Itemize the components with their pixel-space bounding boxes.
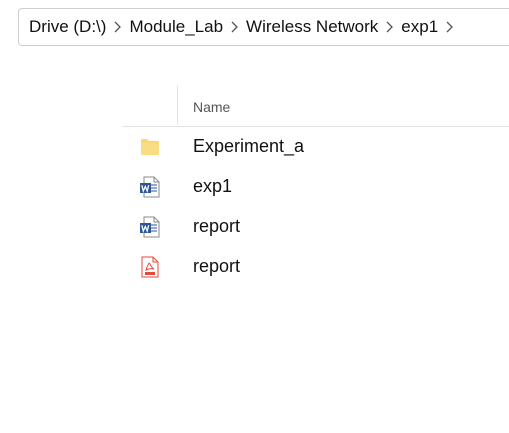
breadcrumb-exp1[interactable]: exp1 <box>400 13 439 41</box>
file-name: report <box>193 256 241 276</box>
breadcrumb-module-lab[interactable]: Module_Lab <box>128 13 224 41</box>
column-header-row: Name <box>122 86 509 127</box>
chevron-right-icon[interactable] <box>227 17 242 37</box>
address-bar[interactable]: Drive (D:\) Module_Lab Wireless Network … <box>18 8 509 46</box>
file-name: exp1 <box>193 176 233 196</box>
chevron-right-icon[interactable] <box>110 17 125 37</box>
breadcrumb-wireless-network[interactable]: Wireless Network <box>245 13 379 41</box>
column-header-name[interactable]: Name <box>193 99 230 115</box>
file-row-report-pdf[interactable]: report <box>122 247 509 287</box>
folder-icon <box>138 135 162 159</box>
file-list: Name Experiment_a exp1 report report <box>122 86 509 287</box>
column-divider[interactable] <box>177 86 178 125</box>
file-row-report-docx[interactable]: report <box>122 207 509 247</box>
file-row-experiment-a[interactable]: Experiment_a <box>122 127 509 167</box>
word-doc-icon <box>138 175 162 199</box>
pdf-icon <box>138 255 162 279</box>
chevron-right-icon[interactable] <box>442 17 457 37</box>
file-name: report <box>193 216 241 236</box>
word-doc-icon <box>138 215 162 239</box>
file-row-exp1[interactable]: exp1 <box>122 167 509 207</box>
file-name: Experiment_a <box>193 136 305 156</box>
chevron-right-icon[interactable] <box>382 17 397 37</box>
breadcrumb-drive[interactable]: Drive (D:\) <box>28 13 107 41</box>
